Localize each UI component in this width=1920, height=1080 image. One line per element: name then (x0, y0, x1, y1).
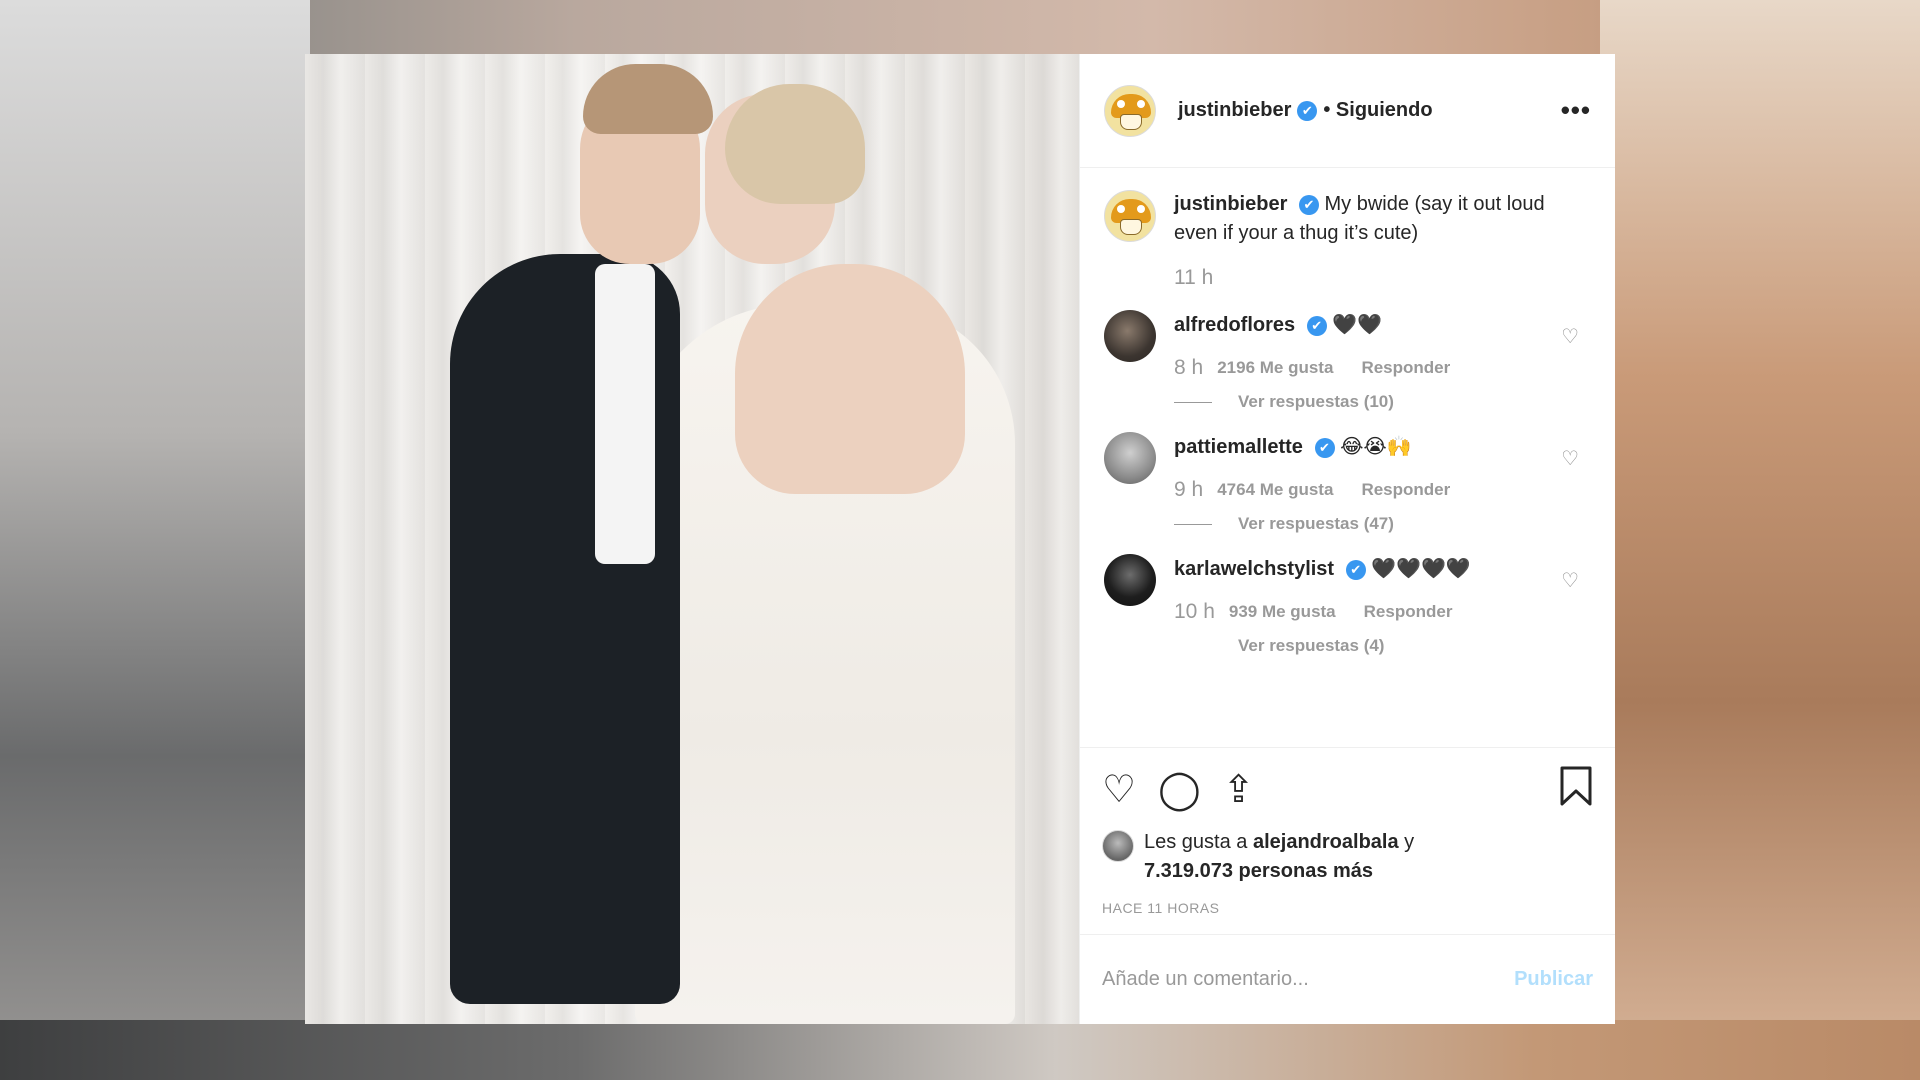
bride-hair (725, 84, 865, 204)
replies-divider (1174, 523, 1212, 525)
commenter-avatar[interactable] (1104, 554, 1156, 606)
groom-shirt (595, 264, 655, 564)
verified-icon: ✔ (1298, 194, 1319, 215)
more-horizontal-icon[interactable]: ••• (1561, 95, 1591, 126)
view-replies-button[interactable]: Ver respuestas (47) (1238, 514, 1394, 534)
author-avatar[interactable] (1104, 84, 1156, 137)
share-upload-icon[interactable]: ⇪ (1223, 770, 1255, 808)
post-side-panel: justinbieber ✔ • Siguiendo ••• justinbie… (1079, 54, 1615, 1024)
comment-input[interactable] (1102, 968, 1515, 991)
liker-avatar[interactable] (1102, 830, 1134, 862)
caption-time[interactable]: 11 h (1174, 266, 1213, 290)
author-username[interactable]: justinbieber (1178, 99, 1291, 122)
background-blur-right (1600, 0, 1920, 1080)
commenter-avatar[interactable] (1104, 432, 1156, 484)
background-blur-left (0, 0, 310, 1080)
comment-text: 😂😭🙌 (1340, 434, 1412, 458)
commenter-avatar[interactable] (1104, 310, 1156, 362)
comment-likes[interactable]: 2196 Me gusta (1217, 358, 1333, 378)
bookmark-icon[interactable] (1559, 766, 1593, 812)
caption-avatar[interactable] (1104, 190, 1156, 242)
comment-username[interactable]: karlawelchstylist (1174, 558, 1334, 580)
like-heart-icon[interactable]: ♡ (1102, 770, 1136, 808)
verified-icon: ✔ (1314, 437, 1335, 458)
comment-time[interactable]: 9 h (1174, 478, 1203, 502)
comment-time[interactable]: 10 h (1174, 600, 1215, 624)
likes-count[interactable]: 7.319.073 personas más (1144, 860, 1373, 882)
reply-button[interactable]: Responder (1361, 358, 1450, 378)
mushroom-stem (1120, 219, 1142, 235)
verified-icon: ✔ (1345, 559, 1366, 580)
follow-status[interactable]: • Siguiendo (1323, 99, 1432, 122)
comment-time[interactable]: 8 h (1174, 356, 1203, 380)
replies-divider (1174, 401, 1212, 403)
action-icons: ♡ ◯ ⇪ (1102, 764, 1593, 814)
post-photo[interactable] (305, 54, 1079, 1024)
instagram-post: justinbieber ✔ • Siguiendo ••• justinbie… (305, 54, 1615, 1024)
view-replies-button[interactable]: Ver respuestas (4) (1238, 636, 1384, 656)
add-comment-bar: Publicar (1080, 934, 1615, 1024)
caption-text-block: justinbieber ✔ My bwide (say it out loud… (1174, 190, 1591, 248)
likes-prefix: Les gusta a (1144, 831, 1248, 853)
reply-button[interactable]: Responder (1361, 480, 1450, 500)
liker-username[interactable]: alejandroalbala (1253, 831, 1399, 853)
comment-like-heart-icon[interactable]: ♡ (1561, 446, 1579, 471)
comment-likes[interactable]: 4764 Me gusta (1217, 480, 1333, 500)
caption: justinbieber ✔ My bwide (say it out loud… (1104, 190, 1591, 290)
comment-username[interactable]: pattiemallette (1174, 436, 1303, 458)
bride-back (735, 264, 965, 494)
comment-item: pattiemallette ✔ 😂😭🙌 9 h 4764 Me gusta R… (1104, 432, 1591, 534)
comment-item: karlawelchstylist ✔ 🖤🖤🖤🖤 10 h 939 Me gus… (1104, 554, 1591, 656)
comment-likes[interactable]: 939 Me gusta (1229, 602, 1336, 622)
comment-item: alfredoflores ✔ 🖤🖤 8 h 2196 Me gusta Res… (1104, 310, 1591, 412)
comment-username[interactable]: alfredoflores (1174, 314, 1295, 336)
verified-icon: ✔ (1306, 315, 1327, 336)
likes-summary: Les gusta a alejandroalbala y 7.319.073 … (1102, 828, 1593, 886)
comments-list[interactable]: justinbieber ✔ My bwide (say it out loud… (1080, 168, 1615, 747)
post-actions: ♡ ◯ ⇪ Les gusta a alejandroalbala y 7.31… (1080, 747, 1615, 934)
likes-suffix: y (1404, 831, 1415, 853)
comment-like-heart-icon[interactable]: ♡ (1561, 324, 1579, 349)
comment-text: 🖤🖤🖤🖤 (1371, 556, 1471, 580)
background-blur-bottom (0, 1020, 1920, 1080)
comment-like-heart-icon[interactable]: ♡ (1561, 568, 1579, 593)
post-timestamp[interactable]: HACE 11 HORAS (1102, 900, 1593, 934)
comment-text: 🖤🖤 (1332, 312, 1383, 336)
verified-icon: ✔ (1297, 100, 1318, 121)
caption-username[interactable]: justinbieber (1174, 193, 1287, 215)
view-replies-button[interactable]: Ver respuestas (10) (1238, 392, 1394, 412)
mushroom-stem (1120, 113, 1142, 130)
reply-button[interactable]: Responder (1364, 602, 1453, 622)
comment-bubble-icon[interactable]: ◯ (1158, 770, 1201, 808)
publish-button[interactable]: Publicar (1514, 968, 1593, 991)
post-header: justinbieber ✔ • Siguiendo ••• (1080, 54, 1615, 168)
